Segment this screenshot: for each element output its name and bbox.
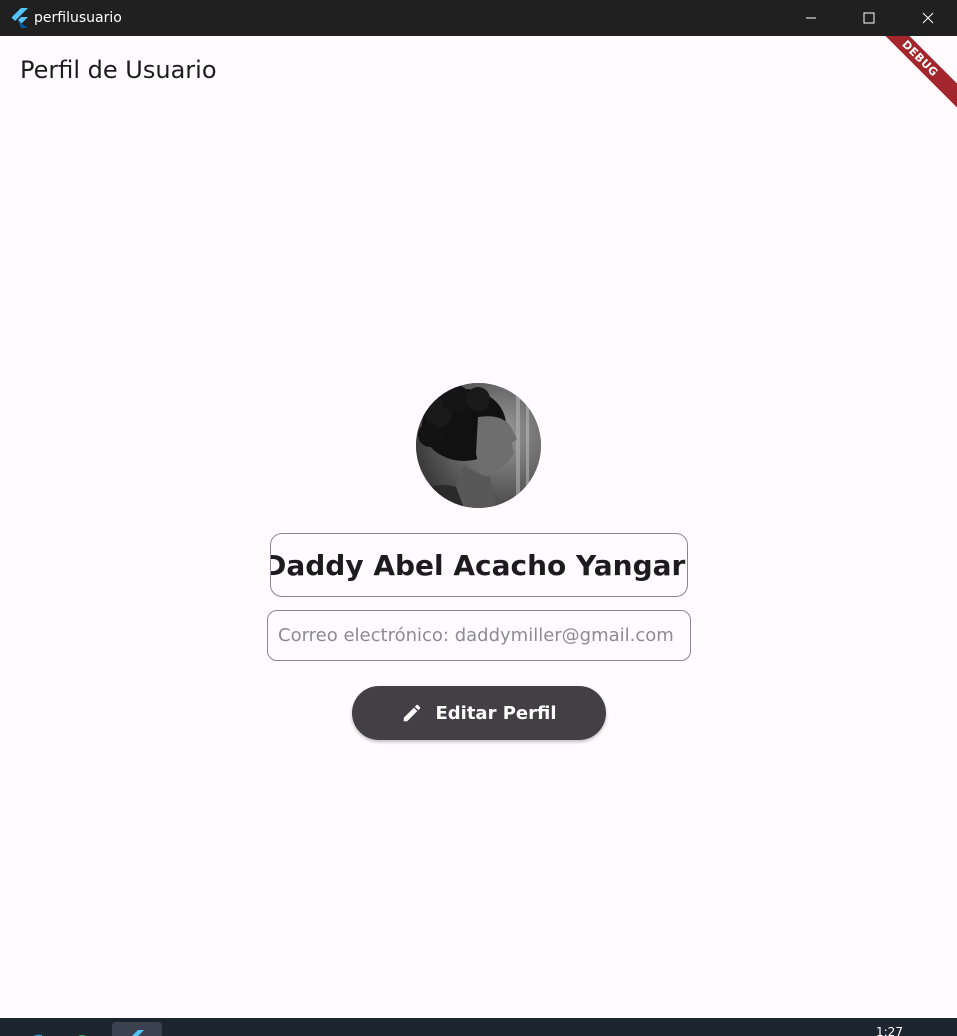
taskbar-clock: 1:27	[876, 1025, 903, 1036]
window-title: perfilusuario	[34, 10, 122, 26]
close-button[interactable]	[899, 0, 957, 36]
window-titlebar: perfilusuario	[0, 0, 957, 36]
taskbar-active-app[interactable]	[112, 1022, 162, 1036]
taskbar: 1:27	[0, 1018, 957, 1036]
debug-banner: DEBUG	[860, 36, 957, 118]
edge-icon[interactable]	[28, 1028, 42, 1036]
avatar[interactable]	[416, 383, 541, 508]
window-app-icon[interactable]	[178, 1028, 200, 1036]
close-icon	[922, 12, 934, 24]
minimize-button[interactable]	[782, 0, 840, 36]
name-display: Daddy Abel Acacho Yangari	[270, 533, 688, 597]
minimize-icon	[806, 17, 816, 19]
avatar-photo	[416, 383, 541, 508]
maximize-icon	[863, 12, 875, 24]
app-content: Perfil de Usuario DEBUG Daddy Abel Acach…	[0, 36, 957, 1018]
maximize-button[interactable]	[840, 0, 898, 36]
edit-profile-label: Editar Perfil	[435, 702, 557, 724]
flutter-icon	[11, 8, 28, 28]
email-field[interactable]	[267, 610, 691, 661]
edit-profile-button[interactable]: Editar Perfil	[352, 686, 606, 740]
flutter-taskbar-icon	[132, 1030, 144, 1036]
spotify-icon[interactable]	[74, 1028, 90, 1036]
pencil-icon	[404, 704, 421, 722]
page-title: Perfil de Usuario	[20, 56, 217, 84]
